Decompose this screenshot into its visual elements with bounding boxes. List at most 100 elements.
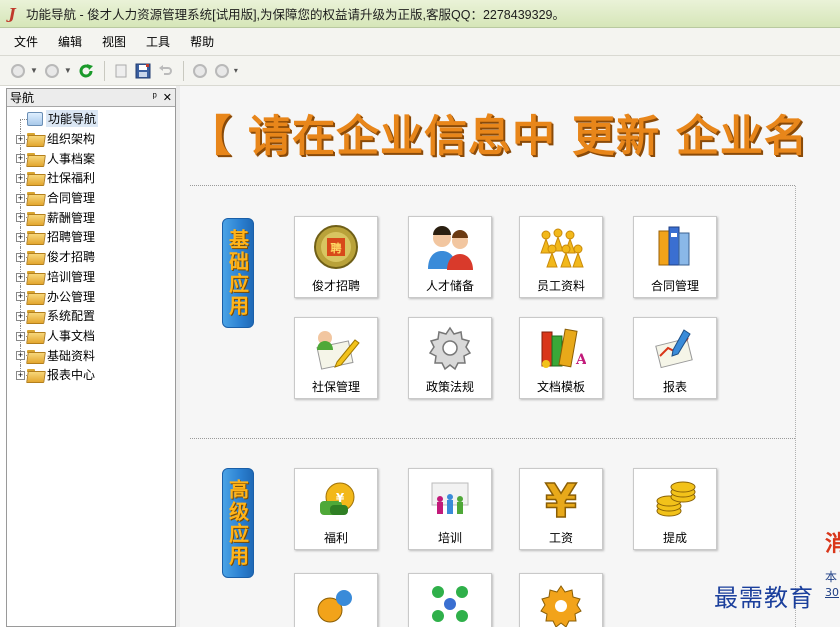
section-label-advanced: 高级应用 — [222, 468, 254, 578]
tile-label: 培训 — [437, 531, 462, 545]
training-figures-icon — [424, 473, 476, 525]
menu-file[interactable]: 文件 — [10, 31, 42, 52]
tile-talent-pool[interactable]: 人才储备 — [408, 216, 492, 298]
expand-icon[interactable]: + — [16, 311, 25, 321]
section-divider — [190, 438, 795, 439]
expand-icon[interactable]: + — [16, 252, 25, 262]
tile-label: 合同管理 — [650, 279, 699, 293]
tile-recruitment[interactable]: 聘 俊才招聘 — [294, 216, 378, 298]
binders-icon — [649, 221, 701, 273]
tile-training[interactable]: 培训 — [408, 468, 492, 550]
tree-item-label: 社保福利 — [47, 171, 96, 186]
forward-icon[interactable] — [42, 61, 62, 81]
tree-item[interactable]: + 社保福利 — [7, 168, 175, 188]
company-banner: 【 请在企业信息中 更新 企业名 — [188, 112, 808, 162]
tree-item[interactable]: + 办公管理 — [7, 286, 175, 306]
report-chart-icon — [649, 322, 701, 374]
expand-icon[interactable]: + — [16, 193, 25, 203]
tree-root[interactable]: 功能导航 — [7, 109, 175, 129]
tile-contract[interactable]: 合同管理 — [633, 216, 717, 298]
section-label-advanced-text: 高级应用 — [225, 479, 250, 567]
expand-icon[interactable]: + — [16, 154, 25, 164]
tile-policy[interactable]: 政策法规 — [408, 317, 492, 399]
tree-item-label: 系统配置 — [47, 309, 96, 324]
nav-next-icon[interactable] — [212, 61, 232, 81]
expand-icon[interactable]: + — [16, 370, 25, 380]
tree-item-label: 培训管理 — [47, 269, 96, 284]
nav-prev-icon[interactable] — [190, 61, 210, 81]
document-icon[interactable] — [111, 61, 131, 81]
back-dropdown-icon[interactable]: ▼ — [30, 66, 38, 75]
tile-doc-template[interactable]: A 文档模板 — [519, 317, 603, 399]
folder-icon — [27, 270, 44, 283]
save-icon[interactable] — [133, 61, 153, 81]
folder-icon — [27, 368, 44, 381]
tile-report[interactable]: 报表 — [633, 317, 717, 399]
books-icon: A — [535, 322, 587, 374]
section-label-basic-text: 基础应用 — [225, 229, 250, 317]
tree-item[interactable]: + 人事文档 — [7, 325, 175, 346]
expand-icon[interactable]: + — [16, 331, 25, 341]
nav-header: 导航 ᵖ ✕ — [7, 89, 175, 107]
tile-employee-info[interactable]: 员工资料 — [519, 216, 603, 298]
right-panel-heading: 消 — [825, 532, 840, 557]
tree-item-label: 薪酬管理 — [47, 210, 96, 225]
tile-label: 政策法规 — [425, 380, 474, 394]
tree-item[interactable]: + 培训管理 — [7, 266, 175, 287]
expand-icon[interactable]: + — [16, 174, 25, 184]
column-divider — [795, 186, 796, 627]
tile-more-1[interactable] — [294, 573, 378, 627]
expand-icon[interactable]: + — [16, 272, 25, 282]
tree-item[interactable]: + 报表中心 — [7, 364, 175, 385]
svg-text:¥: ¥ — [336, 491, 345, 505]
refresh-icon[interactable] — [76, 61, 96, 81]
menu-help[interactable]: 帮助 — [186, 31, 218, 52]
right-panel-link[interactable]: 30 — [825, 586, 839, 599]
menu-tools[interactable]: 工具 — [142, 31, 174, 52]
tree-item[interactable]: + 基础资料 — [7, 345, 175, 365]
tile-label: 员工资料 — [536, 279, 585, 293]
expand-icon[interactable]: + — [16, 134, 25, 144]
tile-more-3[interactable] — [519, 573, 603, 627]
expand-icon[interactable]: + — [16, 213, 25, 223]
tree-item[interactable]: + 系统配置 — [7, 305, 175, 326]
undo-icon[interactable] — [155, 61, 175, 81]
tree-item-label: 组织架构 — [47, 132, 96, 147]
close-icon[interactable]: ✕ — [163, 91, 172, 104]
nav-tree: 功能导航 + 组织架构 + 人事档案 + 社保福利 + 合同管理 + 薪酬管理 + 招聘管理… — [7, 107, 175, 385]
expand-icon[interactable]: + — [16, 233, 25, 243]
tile-commission[interactable]: 提成 — [633, 468, 717, 550]
settings-gear-icon — [535, 578, 587, 627]
tile-salary[interactable]: ¥ 工资 — [519, 468, 603, 550]
forward-dropdown-icon[interactable]: ▼ — [64, 66, 72, 75]
pin-icon[interactable]: ᵖ — [153, 91, 157, 104]
watermark: 最需教育 — [714, 584, 814, 612]
welfare-hands-icon: ¥ — [310, 473, 362, 525]
tree-item[interactable]: + 招聘管理 — [7, 227, 175, 247]
toolbar-overflow-icon[interactable]: ▾ — [234, 66, 238, 75]
tile-label: 提成 — [662, 531, 687, 545]
menu-view[interactable]: 视图 — [98, 31, 130, 52]
tile-social-security[interactable]: 社保管理 — [294, 317, 378, 399]
tree-item[interactable]: + 人事档案 — [7, 148, 175, 169]
expand-icon[interactable]: + — [16, 351, 25, 361]
tile-welfare[interactable]: ¥ 福利 — [294, 468, 378, 550]
folder-icon — [27, 171, 44, 184]
back-icon[interactable] — [8, 61, 28, 81]
yen-icon: ¥ — [535, 473, 587, 525]
tree-item[interactable]: + 薪酬管理 — [7, 207, 175, 228]
folder-icon — [27, 290, 44, 303]
tree-item[interactable]: + 俊才招聘 — [7, 246, 175, 267]
folder-icon — [27, 211, 44, 224]
network-nodes-icon — [424, 578, 476, 627]
window-title: 功能导航 - 俊才人力资源管理系统[试用版],为保障您的权益请升级为正版,客服Q… — [26, 8, 565, 22]
tree-item[interactable]: + 组织架构 — [7, 128, 175, 149]
tile-label: 人才储备 — [425, 279, 474, 293]
menu-edit[interactable]: 编辑 — [54, 31, 86, 52]
tile-label: 福利 — [323, 531, 348, 545]
tree-item[interactable]: + 合同管理 — [7, 187, 175, 208]
app-logo-icon: J — [8, 4, 16, 23]
title-bar: J 功能导航 - 俊才人力资源管理系统[试用版],为保障您的权益请升级为正版,客… — [0, 0, 840, 28]
expand-icon[interactable]: + — [16, 292, 25, 302]
tile-more-2[interactable] — [408, 573, 492, 627]
